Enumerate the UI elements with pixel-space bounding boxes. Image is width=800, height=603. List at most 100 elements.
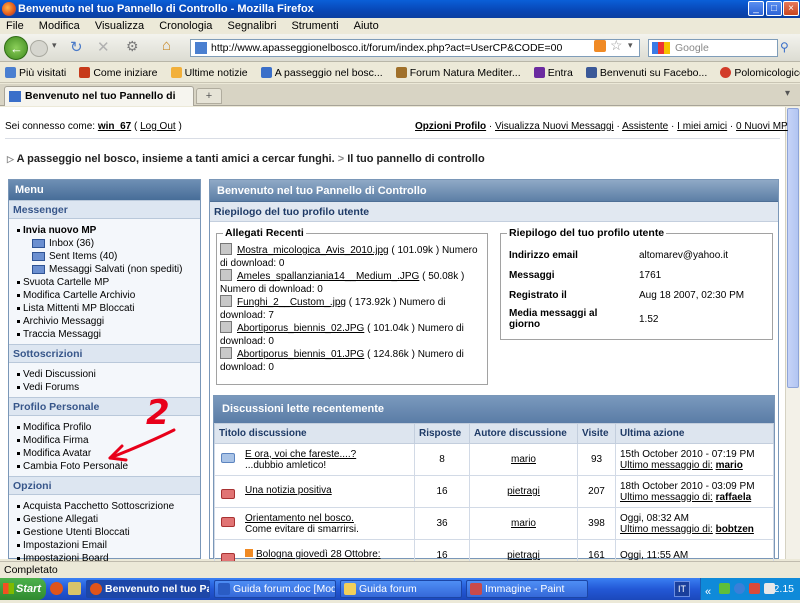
last-poster-link[interactable]: mario: [716, 460, 743, 471]
stop-icon[interactable]: ✕: [97, 38, 110, 56]
bookmark-getting-started[interactable]: Come iniziare: [74, 63, 162, 82]
sent-items-link[interactable]: Sent Items (40): [15, 250, 200, 263]
menu-edit[interactable]: Modifica: [33, 18, 86, 34]
start-button[interactable]: Start: [0, 578, 46, 600]
bookmark-entra[interactable]: Entra: [529, 63, 578, 82]
summary-row: Media messaggi al giorno 1.52: [509, 308, 659, 330]
last-post-link[interactable]: Ultimo messaggio di:: [620, 524, 713, 535]
archive-messages-link[interactable]: Archivio Messaggi: [15, 315, 200, 328]
manage-attachments-link[interactable]: Gestione Allegati: [15, 513, 200, 526]
new-pm-link[interactable]: 0 Nuovi MP: [736, 121, 788, 132]
topic-link[interactable]: Orientamento nel bosco.: [245, 513, 354, 524]
bookmark-polomicologico[interactable]: Polomicologico.it - Pa...: [715, 63, 800, 82]
view-topics-link[interactable]: Vedi Discussioni: [15, 368, 200, 381]
breadcrumb: ▷ A passeggio nel bosco, insieme a tanti…: [7, 153, 485, 165]
reload-icon[interactable]: ↻: [70, 38, 83, 56]
discussions-title: Discussioni lette recentemente: [214, 396, 774, 423]
email-settings-link[interactable]: Impostazioni Email: [15, 539, 200, 552]
topic-link[interactable]: Bologna giovedì 28 Ottobre:: [256, 549, 381, 560]
last-post-link[interactable]: Ultimo messaggio di:: [620, 460, 713, 471]
taskbar-paint-button[interactable]: Immagine - Paint: [466, 580, 588, 598]
buy-subscription-link[interactable]: Acquista Pacchetto Sottoscrizione: [15, 500, 200, 513]
menu-tools[interactable]: Strumenti: [285, 18, 344, 34]
author-link[interactable]: mario: [511, 518, 536, 529]
url-bar[interactable]: http://www.apasseggionelbosco.it/forum/i…: [190, 39, 640, 57]
last-post-link[interactable]: Ultimo messaggio di:: [620, 492, 713, 503]
back-arrow-icon: ←: [10, 41, 23, 56]
tray-network-icon[interactable]: [719, 583, 730, 594]
edit-archive-folders-link[interactable]: Modifica Cartelle Archivio: [15, 289, 200, 302]
empty-pm-folders-link[interactable]: Svuota Cartelle MP: [15, 276, 200, 289]
control-panel-menu: Menu Messenger Invia nuovo MP Inbox (36)…: [8, 179, 201, 564]
tray-security-icon[interactable]: [734, 583, 745, 594]
paint-icon: [470, 583, 482, 595]
url-dropdown-icon[interactable]: ▾: [628, 40, 633, 51]
tools-icon[interactable]: ⚙: [126, 38, 139, 55]
menu-bookmarks[interactable]: Segnalibri: [221, 18, 282, 34]
menu-history[interactable]: Cronologia: [153, 18, 218, 34]
close-button[interactable]: ×: [783, 1, 799, 16]
topic-link[interactable]: E ora, voi che fareste....?: [245, 449, 356, 460]
profile-options-link[interactable]: Opzioni Profilo: [415, 121, 486, 132]
author-link[interactable]: mario: [511, 454, 536, 465]
bookmark-passeggio[interactable]: A passeggio nel bosc...: [256, 63, 388, 82]
saved-messages-link[interactable]: Messaggi Salvati (non spediti): [15, 263, 200, 276]
menu-file[interactable]: File: [0, 18, 30, 34]
view-new-messages-link[interactable]: Visualizza Nuovi Messaggi: [495, 121, 614, 132]
my-friends-link[interactable]: I miei amici: [677, 121, 727, 132]
attachment-link[interactable]: Abortiporus_biennis_01.JPG: [237, 349, 364, 360]
blocked-senders-link[interactable]: Lista Mittenti MP Bloccati: [15, 302, 200, 315]
forward-button[interactable]: [30, 40, 48, 57]
history-dropdown-icon[interactable]: ▾: [52, 40, 57, 51]
tray-antivirus-icon[interactable]: [749, 583, 760, 594]
last-poster-link[interactable]: bobtzen: [716, 524, 754, 535]
attachment-link[interactable]: Funghi_2__Custom_.jpg: [237, 297, 346, 308]
inbox-link[interactable]: Inbox (36): [15, 237, 200, 250]
bookmark-latest-news[interactable]: Ultime notizie: [166, 63, 253, 82]
manage-blocked-users-link[interactable]: Gestione Utenti Bloccati: [15, 526, 200, 539]
track-messages-link[interactable]: Traccia Messaggi: [15, 328, 200, 341]
last-poster-link[interactable]: raffaela: [716, 492, 752, 503]
compose-pm-link[interactable]: Invia nuovo MP: [15, 224, 200, 237]
image-file-icon: [220, 321, 232, 333]
topic-link[interactable]: Una notizia positiva: [245, 485, 332, 496]
taskbar-firefox-button[interactable]: Benvenuto nel tuo Pa...: [86, 580, 210, 598]
username-link[interactable]: win_67: [98, 121, 131, 132]
tray-volume-icon[interactable]: [764, 583, 775, 594]
breadcrumb-home[interactable]: A passeggio nel bosco, insieme a tanti a…: [17, 153, 335, 165]
col-author: Autore discussione: [469, 423, 578, 444]
google-engine-icon[interactable]: [652, 42, 670, 54]
new-tab-button[interactable]: +: [196, 88, 222, 104]
logout-link[interactable]: Log Out: [140, 121, 176, 132]
explorer-quicklaunch-icon[interactable]: [68, 582, 81, 595]
tab-active[interactable]: Benvenuto nel tuo Pannello di Contro...: [4, 86, 194, 121]
author-link[interactable]: pietragi: [507, 486, 540, 497]
maximize-button[interactable]: □: [766, 1, 782, 16]
scrollbar-thumb[interactable]: [787, 108, 799, 388]
firefox-icon: [90, 583, 102, 595]
firefox-quicklaunch-icon[interactable]: [50, 582, 63, 595]
home-icon[interactable]: ⌂: [162, 37, 171, 54]
author-link[interactable]: pietragi: [507, 550, 540, 561]
minimize-button[interactable]: _: [748, 1, 764, 16]
search-input[interactable]: Google: [648, 39, 778, 57]
bookmark-forum-natura[interactable]: Forum Natura Mediter...: [391, 63, 526, 82]
topic-status-icon: [221, 516, 235, 527]
bookmark-star-icon[interactable]: ☆: [610, 37, 623, 54]
attachment-link[interactable]: Abortiporus_biennis_02.JPG: [237, 323, 364, 334]
taskbar-word-button[interactable]: Guida forum.doc [Modalit...: [214, 580, 336, 598]
bookmark-facebook[interactable]: Benvenuti su Facebo...: [581, 63, 712, 82]
tab-list-icon[interactable]: ▾: [785, 88, 790, 99]
menu-help[interactable]: Aiuto: [348, 18, 385, 34]
attachment-link[interactable]: Ameles_spallanziania14__Medium_.JPG: [237, 271, 419, 282]
url-text: http://www.apasseggionelbosco.it/forum/i…: [211, 42, 563, 54]
taskbar-folder-button[interactable]: Guida forum: [340, 580, 462, 598]
assistant-link[interactable]: Assistente: [622, 121, 668, 132]
language-indicator[interactable]: IT: [674, 581, 690, 597]
attachment-link[interactable]: Mostra_micologica_Avis_2010.jpg: [237, 245, 389, 256]
bookmark-most-visited[interactable]: Più visitati: [0, 63, 71, 82]
view-forums-link[interactable]: Vedi Forums: [15, 381, 200, 394]
menu-view[interactable]: Visualizza: [89, 18, 150, 34]
search-magnifier-icon[interactable]: ⚲: [780, 40, 789, 54]
rss-icon[interactable]: [594, 40, 606, 52]
